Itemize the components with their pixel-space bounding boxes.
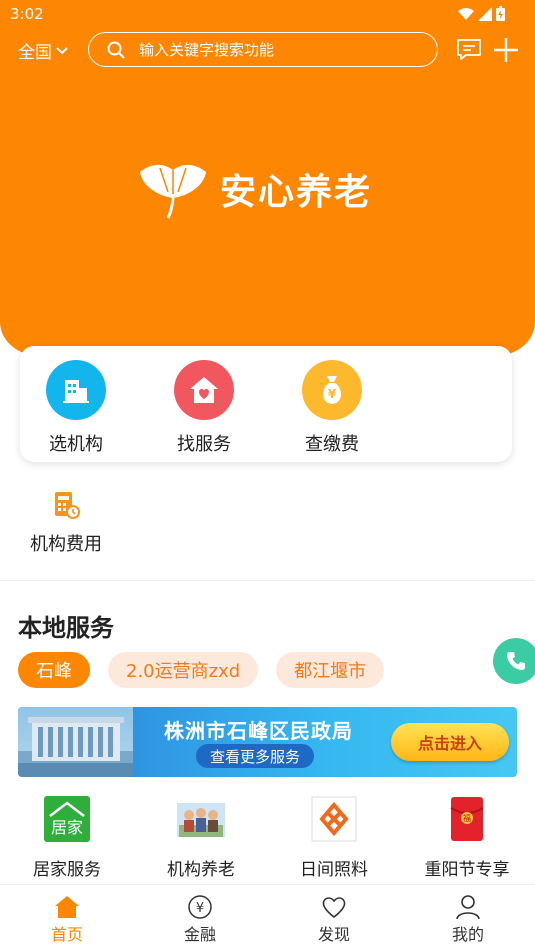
service-label: 居家服务 — [33, 860, 101, 880]
quick-action-check-payment[interactable]: ¥ 查缴费 — [282, 360, 382, 456]
service-day-care[interactable]: 日间照料 — [279, 795, 389, 880]
service-label: 重阳节专享 — [424, 860, 510, 880]
service-home-care[interactable]: 居家 居家服务 — [12, 795, 122, 880]
quick-action-select-institution[interactable]: 选机构 — [26, 360, 126, 456]
quick-action-find-service[interactable]: 找服务 — [154, 360, 254, 456]
banner-subtitle: 查看更多服务 — [196, 744, 315, 768]
chip-dujiangyan[interactable]: 都江堰市 — [276, 652, 385, 688]
section-divider — [0, 580, 535, 581]
tab-discover[interactable]: 发现 — [294, 893, 374, 945]
home-care-icon: 居家 — [43, 795, 91, 843]
chip-shifeng[interactable]: 石峰 — [18, 652, 90, 688]
quick-action-label: 找服务 — [177, 434, 231, 455]
status-icons — [458, 6, 505, 21]
money-bag-icon: ¥ — [302, 360, 362, 420]
status-bar: 3:02 — [0, 0, 535, 30]
building-icon — [46, 360, 106, 420]
wifi-icon — [458, 7, 474, 20]
institution-fee-label: 机构费用 — [30, 534, 102, 555]
signal-icon — [478, 6, 492, 21]
bottom-tab-bar: 首页 ¥ 金融 发现 我的 — [0, 884, 535, 951]
civil-affairs-banner[interactable]: 株洲市石峰区民政局 查看更多服务 点击进入 — [18, 707, 517, 777]
svg-text:福: 福 — [463, 814, 471, 823]
home-icon — [55, 896, 79, 918]
service-label: 日间照料 — [300, 860, 368, 880]
tab-label: 发现 — [317, 925, 350, 944]
region-chips: 石峰 2.0运营商zxd 都江堰市 — [18, 652, 385, 688]
fee-calculator-icon — [55, 492, 80, 519]
svg-text:居家: 居家 — [51, 818, 83, 837]
phone-call-button[interactable] — [493, 638, 535, 684]
institution-fee-entry[interactable]: 机构费用 — [20, 490, 112, 556]
yuan-coin-icon: ¥ — [188, 895, 212, 919]
tab-finance[interactable]: ¥ 金融 — [160, 893, 240, 945]
home-heart-icon — [174, 360, 234, 420]
local-services-title: 本地服务 — [18, 614, 114, 642]
day-care-icon — [310, 795, 358, 843]
government-building-image — [18, 707, 133, 777]
top-bar: 全国 输入关键字搜索功能 — [0, 32, 535, 68]
plus-icon[interactable] — [492, 36, 520, 64]
quick-action-label: 查缴费 — [305, 434, 359, 455]
chip-operator-zxd[interactable]: 2.0运营商zxd — [108, 652, 259, 688]
banner-enter-button[interactable]: 点击进入 — [391, 723, 509, 761]
tab-profile[interactable]: 我的 — [428, 893, 508, 945]
phone-icon — [507, 652, 525, 670]
tab-label: 首页 — [50, 925, 83, 944]
region-selector[interactable]: 全国 — [18, 38, 68, 63]
service-double-ninth-exclusive[interactable]: 福 重阳节专享 — [412, 795, 522, 880]
tab-home[interactable]: 首页 — [27, 893, 107, 945]
service-label: 机构养老 — [167, 860, 235, 880]
chevron-down-icon — [56, 46, 68, 54]
status-time: 3:02 — [10, 5, 44, 23]
heart-icon — [322, 897, 346, 919]
search-input[interactable]: 输入关键字搜索功能 — [88, 32, 438, 67]
search-placeholder: 输入关键字搜索功能 — [139, 41, 275, 59]
tab-label: 我的 — [451, 925, 484, 944]
quick-action-label: 选机构 — [49, 434, 103, 455]
svg-text:¥: ¥ — [196, 901, 204, 916]
tab-label: 金融 — [183, 925, 216, 944]
service-institution-care[interactable]: 机构养老 — [146, 795, 256, 880]
quick-actions-card: 选机构 找服务 ¥ 查缴费 — [20, 346, 512, 462]
banner-title: 株洲市石峰区民政局 — [164, 719, 353, 743]
user-icon — [456, 895, 480, 920]
brand-logo: 安心养老 — [138, 158, 372, 220]
region-label: 全国 — [18, 43, 52, 63]
ginkgo-leaf-icon — [140, 164, 206, 219]
hero-banner: 3:02 全国 输入关键字搜索功能 安心养老 — [0, 0, 535, 356]
institution-care-icon — [177, 795, 225, 843]
svg-text:¥: ¥ — [328, 387, 337, 401]
red-envelope-icon: 福 — [443, 795, 491, 843]
brand-name: 安心养老 — [220, 172, 373, 213]
battery-icon — [496, 6, 505, 21]
search-icon — [107, 41, 125, 59]
message-icon[interactable] — [456, 38, 482, 62]
